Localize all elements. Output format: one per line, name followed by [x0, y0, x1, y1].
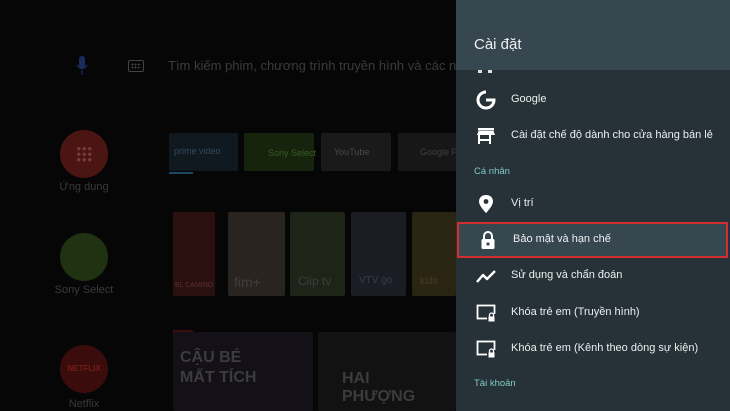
settings-item-location[interactable]: Vị trí [456, 186, 730, 222]
settings-item-usage-diagnostics[interactable]: Sử dụng và chẩn đoán [456, 258, 730, 294]
settings-item-label: Sử dụng và chẩn đoán [511, 269, 623, 281]
google-play-tile[interactable]: Google Play [398, 133, 456, 171]
content-tile[interactable]: CẬU BÉ MẤT TÍCH [173, 332, 313, 411]
settings-item-label: Vị trí [511, 197, 534, 209]
trending-line-icon [476, 270, 496, 283]
settings-item-google[interactable]: Google [456, 82, 730, 118]
netflix-logo: NETFLIX [67, 364, 101, 373]
netflix-icon[interactable]: NETFLIX [60, 345, 108, 393]
prime-video-tile[interactable]: prime video [169, 133, 238, 171]
content-tile[interactable]: EL CAMINO [173, 212, 215, 296]
settings-item-parental-lock-channels[interactable]: Khóa trẻ em (Kênh theo dòng sự kiện) [456, 331, 730, 367]
settings-panel: Cài đặt Google Cài đặt chế độ dành cho c… [456, 0, 730, 411]
settings-item-label: Bảo mật và hạn chế [513, 233, 611, 245]
youtube-tile[interactable]: YouTube [321, 133, 391, 171]
sony-select-icon[interactable] [60, 233, 108, 281]
settings-item-label: Khóa trẻ em (Truyền hình) [511, 306, 640, 318]
sony-select-tile[interactable]: Sony Select [244, 133, 316, 171]
screen-lock-icon [476, 304, 496, 322]
focus-underline [169, 172, 193, 174]
settings-item-parental-lock-tv[interactable]: Khóa trẻ em (Truyền hình) [456, 295, 730, 331]
netflix-label: Netflix [68, 398, 100, 410]
content-tile[interactable]: fim+ [228, 212, 285, 296]
settings-item-label: Google [511, 93, 547, 105]
sony-select-label: Sony Select [54, 284, 114, 296]
search-placeholder[interactable]: Tìm kiếm phim, chương trình truyền hình … [168, 58, 456, 73]
search-bar[interactable]: Tìm kiếm phim, chương trình truyền hình … [0, 52, 456, 80]
content-tile[interactable]: VTV go [351, 212, 406, 296]
settings-item-label: Cài đặt chế độ dành cho cửa hàng bán lẻ [511, 129, 713, 141]
home-screen-background: Tìm kiếm phim, chương trình truyền hình … [0, 0, 456, 411]
settings-item-security[interactable]: Bảo mật và hạn chế [457, 222, 728, 258]
apps-grid-icon[interactable] [60, 130, 108, 178]
google-icon [476, 90, 496, 110]
apps-label: Ứng dụng [59, 181, 109, 193]
microphone-icon[interactable] [76, 56, 88, 76]
settings-item-retail-mode[interactable]: Cài đặt chế độ dành cho cửa hàng bán lẻ [456, 118, 730, 154]
location-pin-icon [479, 195, 493, 213]
content-tile[interactable]: kids [412, 212, 456, 296]
partial-icon [478, 70, 492, 73]
content-tile[interactable]: Clip tv [290, 212, 345, 296]
section-account: Tài khoản [474, 378, 516, 389]
store-icon [477, 128, 495, 144]
page-title: Cài đặt [474, 36, 522, 53]
lock-icon [481, 231, 495, 249]
keyboard-icon[interactable] [128, 60, 144, 72]
section-personal: Cá nhân [474, 166, 510, 177]
settings-header: Cài đặt [456, 0, 730, 70]
content-tile[interactable]: HAI PHƯỢNG [318, 332, 456, 411]
settings-item-label: Khóa trẻ em (Kênh theo dòng sự kiện) [511, 342, 699, 354]
screen-lock-icon [476, 340, 496, 358]
